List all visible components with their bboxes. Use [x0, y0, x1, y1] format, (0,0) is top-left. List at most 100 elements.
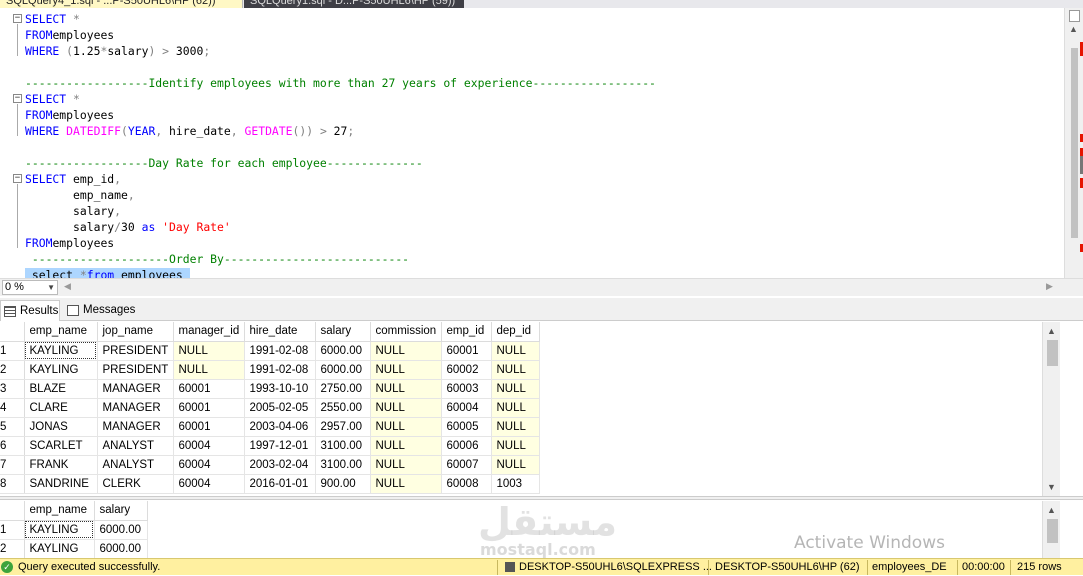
cell-emp-name[interactable]: SCARLET [24, 436, 98, 456]
row-number[interactable]: 6 [0, 436, 25, 456]
tab-sqlquery1[interactable]: SQLQuery1.sql - D...P-S50UHL6\HP (59)) [244, 0, 464, 8]
grid1-vertical-scrollbar[interactable]: ▲ ▼ [1042, 322, 1060, 496]
cell-salary[interactable]: 2750.00 [315, 379, 371, 399]
column-header-jop-name[interactable]: jop_name [97, 322, 174, 342]
chevron-down-icon[interactable]: ▼ [47, 281, 55, 294]
table-row[interactable]: 2 KAYLING PRESIDENT NULL 1991-02-08 6000.00 NU… [0, 360, 540, 380]
cell-emp-name[interactable]: KAYLING [24, 341, 98, 361]
cell-emp-id[interactable]: 60007 [441, 455, 492, 475]
column-header-emp-id[interactable]: emp_id [441, 322, 492, 342]
row-number[interactable]: 4 [0, 398, 25, 418]
row-number[interactable]: 2 [0, 539, 25, 558]
editor-vertical-scrollbar[interactable]: ▲ [1064, 8, 1083, 278]
row-number[interactable]: 7 [0, 455, 25, 475]
column-header-hire-date[interactable]: hire_date [244, 322, 316, 342]
cell-commission[interactable]: NULL [370, 398, 442, 418]
cell-dep-id[interactable]: NULL [491, 455, 540, 475]
cell-hire-date[interactable]: 1991-02-08 [244, 360, 316, 380]
row-number[interactable]: 1 [0, 520, 25, 540]
table-row[interactable]: 8 SANDRINE CLERK 60004 2016-01-01 900.00 NULL 6… [0, 474, 540, 494]
table-row[interactable]: 1 KAYLING PRESIDENT NULL 1991-02-08 6000.00 NU… [0, 341, 540, 361]
cell-emp-name[interactable]: FRANK [24, 455, 98, 475]
cell-commission[interactable]: NULL [370, 341, 442, 361]
table-row[interactable]: 1 KAYLING 6000.00 [0, 520, 148, 540]
cell-hire-date[interactable]: 2016-01-01 [244, 474, 316, 494]
tab-messages[interactable]: Messages [64, 300, 139, 321]
code-line[interactable]: FROMemployees [25, 235, 114, 251]
cell-emp-id[interactable]: 60003 [441, 379, 492, 399]
column-header-emp-name[interactable]: emp_name [24, 322, 98, 342]
cell-dep-id[interactable]: NULL [491, 379, 540, 399]
cell-salary[interactable]: 6000.00 [94, 539, 148, 558]
code-line[interactable]: SELECT * [25, 11, 80, 27]
cell-salary[interactable]: 2957.00 [315, 417, 371, 437]
cell-emp-name[interactable]: BLAZE [24, 379, 98, 399]
cell-hire-date[interactable]: 2005-02-05 [244, 398, 316, 418]
cell-hire-date[interactable]: 1993-10-10 [244, 379, 316, 399]
cell-manager-id[interactable]: NULL [173, 341, 245, 361]
cell-emp-name[interactable]: JONAS [24, 417, 98, 437]
cell-manager-id[interactable]: 60004 [173, 455, 245, 475]
column-header-dep-id[interactable]: dep_id [491, 322, 540, 342]
code-line[interactable]: WHERE (1.25*salary) > 3000; [25, 43, 210, 59]
editor-horizontal-scrollbar[interactable]: 0 % ▼ ◀ ▶ [0, 278, 1083, 296]
code-line[interactable]: FROMemployees [25, 107, 114, 123]
cell-hire-date[interactable]: 1991-02-08 [244, 341, 316, 361]
cell-dep-id[interactable]: NULL [491, 436, 540, 456]
cell-jop-name[interactable]: ANALYST [97, 455, 174, 475]
cell-dep-id[interactable]: NULL [491, 398, 540, 418]
table-row[interactable]: 4 CLARE MANAGER 60001 2005-02-05 2550.00 NULL 6… [0, 398, 540, 418]
cell-dep-id[interactable]: NULL [491, 360, 540, 380]
scroll-right-icon[interactable]: ▶ [1046, 281, 1053, 292]
cell-emp-name[interactable]: KAYLING [24, 539, 95, 558]
cell-jop-name[interactable]: ANALYST [97, 436, 174, 456]
cell-commission[interactable]: NULL [370, 436, 442, 456]
cell-commission[interactable]: NULL [370, 474, 442, 494]
column-header-salary[interactable]: salary [315, 322, 371, 342]
cell-emp-id[interactable]: 60004 [441, 398, 492, 418]
code-line[interactable]: SELECT emp_id, [25, 171, 121, 187]
cell-manager-id[interactable]: 60004 [173, 474, 245, 494]
cell-jop-name[interactable]: PRESIDENT [97, 341, 174, 361]
table-row[interactable]: 3 BLAZE MANAGER 60001 1993-10-10 2750.00 NULL 6… [0, 379, 540, 399]
cell-hire-date[interactable]: 2003-04-06 [244, 417, 316, 437]
tab-results[interactable]: Results [0, 300, 60, 321]
table-row[interactable]: 5 JONAS MANAGER 60001 2003-04-06 2957.00 NULL 6… [0, 417, 540, 437]
grid-corner[interactable] [0, 501, 25, 521]
row-number[interactable]: 8 [0, 474, 25, 494]
scroll-up-icon[interactable]: ▲ [1047, 326, 1056, 336]
scroll-left-icon[interactable]: ◀ [64, 281, 71, 292]
cell-manager-id[interactable]: 60004 [173, 436, 245, 456]
cell-jop-name[interactable]: MANAGER [97, 398, 174, 418]
collapse-icon[interactable]: − [13, 14, 22, 23]
code-line[interactable]: FROMemployees [25, 27, 114, 43]
cell-jop-name[interactable]: MANAGER [97, 379, 174, 399]
cell-emp-id[interactable]: 60002 [441, 360, 492, 380]
column-header-emp-name[interactable]: emp_name [24, 501, 95, 521]
scroll-thumb[interactable] [1047, 340, 1058, 366]
grid-corner[interactable] [0, 322, 25, 342]
scroll-thumb[interactable] [1047, 519, 1058, 543]
collapse-icon[interactable]: − [13, 174, 22, 183]
cell-salary[interactable]: 2550.00 [315, 398, 371, 418]
cell-emp-name[interactable]: SANDRINE [24, 474, 98, 494]
row-number[interactable]: 3 [0, 379, 25, 399]
results-grid-1[interactable]: emp_name jop_name manager_id hire_date salar… [0, 322, 1041, 496]
code-line[interactable]: emp_name, [25, 187, 135, 203]
column-header-salary[interactable]: salary [94, 501, 148, 521]
cell-commission[interactable]: NULL [370, 379, 442, 399]
cell-dep-id[interactable]: NULL [491, 341, 540, 361]
column-header-commission[interactable]: commission [370, 322, 442, 342]
table-row[interactable]: 7 FRANK ANALYST 60004 2003-02-04 3100.00 NULL 6… [0, 455, 540, 475]
scroll-down-icon[interactable]: ▼ [1047, 482, 1056, 492]
code-line[interactable]: --------------------Order By------------… [25, 251, 409, 267]
cell-dep-id[interactable]: NULL [491, 417, 540, 437]
cell-salary[interactable]: 6000.00 [315, 360, 371, 380]
cell-jop-name[interactable]: PRESIDENT [97, 360, 174, 380]
code-line[interactable]: ------------------Identify employees wit… [25, 75, 656, 91]
cell-jop-name[interactable]: MANAGER [97, 417, 174, 437]
cell-salary[interactable]: 6000.00 [315, 341, 371, 361]
zoom-dropdown[interactable]: 0 % ▼ [2, 280, 58, 295]
code-line[interactable]: WHERE DATEDIFF(YEAR, hire_date, GETDATE(… [25, 123, 354, 139]
scroll-up-icon[interactable]: ▲ [1069, 24, 1078, 34]
